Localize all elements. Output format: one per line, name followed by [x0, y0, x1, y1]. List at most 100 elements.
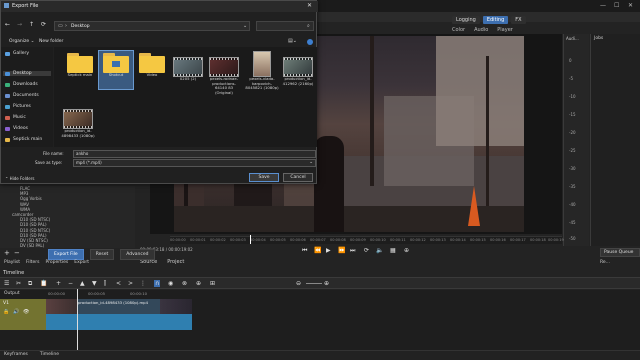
organize-button[interactable]: Organize ⌄	[9, 39, 34, 44]
up-icon[interactable]: ↑	[29, 21, 34, 28]
magnet-icon[interactable]: ∩	[154, 280, 161, 287]
file-item-video-412962[interactable]: production_id-412962 (2160p)	[281, 57, 315, 86]
timeline-clip-video[interactable]: production_id-4898433 (1080p).mp4	[46, 299, 192, 314]
markers-icon[interactable]: ⊞	[210, 280, 215, 287]
gallery-icon	[5, 51, 10, 56]
tab-audio[interactable]: Audio	[474, 27, 488, 33]
player-playhead[interactable]	[250, 235, 251, 244]
file-item-video[interactable]: Video	[135, 53, 169, 78]
grid-icon[interactable]: ▦	[390, 247, 396, 254]
zoom-icon[interactable]: ⊕	[404, 247, 409, 254]
tab-properties[interactable]: Properties	[46, 260, 69, 265]
view-options-icon[interactable]: ▤⌄	[288, 38, 297, 44]
tab-fx[interactable]: FX	[511, 16, 526, 24]
file-item-video-rodnae[interactable]: pexels-rodnae-productions-64140 83 (Orig…	[207, 57, 241, 95]
advanced-button[interactable]: Advanced	[120, 249, 155, 260]
tab-timeline[interactable]: Timeline	[40, 352, 59, 357]
file-name-input[interactable]: ankho	[73, 150, 316, 158]
tab-editing[interactable]: Editing	[482, 16, 509, 24]
help-icon[interactable]	[307, 39, 313, 45]
copy-icon[interactable]: ⧉	[28, 280, 32, 288]
timeline-clip-audio[interactable]	[46, 314, 192, 330]
zoom-slider[interactable]	[306, 283, 322, 284]
split-icon[interactable]: ⫿	[104, 280, 106, 288]
rewind-icon[interactable]: ⏪	[314, 247, 321, 254]
nav-item-gallery[interactable]: Gallery	[5, 51, 29, 56]
tab-filters[interactable]: Filters	[26, 260, 40, 265]
reset-button[interactable]: Reset	[89, 249, 115, 260]
nav-item-pictures[interactable]: Pictures	[5, 104, 31, 109]
redo-icon[interactable]: >	[128, 280, 133, 287]
volume-icon[interactable]: 🔈	[376, 247, 383, 254]
file-item-video-4898433[interactable]: production_id-4898433 (1080p)	[61, 109, 95, 138]
minimize-icon[interactable]: —	[600, 2, 606, 9]
new-folder-button[interactable]: New folder	[39, 39, 63, 44]
zoom-in-icon[interactable]: ⊕	[324, 280, 329, 287]
player-ruler[interactable]: 00:00:00 00:00:01 00:00:02 00:00:03 00:0…	[170, 235, 564, 244]
nav-item-desktop[interactable]: Desktop	[3, 71, 51, 76]
save-type-select[interactable]: mp4 (*.mp4) ⌄	[73, 159, 316, 167]
skip-end-icon[interactable]: ⏭	[350, 247, 355, 255]
cut-icon[interactable]: ✂	[16, 280, 21, 287]
zoom-out-icon[interactable]: ⊖	[296, 280, 301, 287]
format-item[interactable]: DV (SD PAL)	[0, 243, 50, 248]
menu-icon[interactable]: ☰	[4, 280, 9, 287]
ripple-all-icon[interactable]: ⊕	[196, 280, 201, 287]
tab-playlist[interactable]: Playlist	[4, 260, 20, 265]
nav-item-downloads[interactable]: Downloads	[5, 82, 38, 87]
append-icon[interactable]: +	[56, 280, 61, 287]
close-icon[interactable]: ✕	[628, 2, 633, 9]
video-thumbnail-icon	[253, 51, 271, 77]
file-item-video-0205[interactable]: 0205 (2)	[171, 57, 205, 82]
loop-icon[interactable]: ⟳	[364, 247, 369, 254]
snap-icon[interactable]: ⋮	[140, 280, 146, 287]
timeline-tick: 00:00:00	[48, 291, 66, 296]
lift-icon[interactable]: ▲	[80, 280, 85, 287]
skip-start-icon[interactable]: ⏮	[302, 247, 307, 255]
lock-icon[interactable]: 🔒	[3, 309, 9, 315]
nav-item-videos[interactable]: Videos	[5, 126, 28, 131]
undo-icon[interactable]: <	[116, 280, 121, 287]
remove-icon[interactable]: −	[14, 249, 20, 257]
ripple-icon[interactable]: ⊗	[182, 280, 187, 287]
refresh-icon[interactable]: ⟳	[41, 21, 46, 28]
maximize-icon[interactable]: ☐	[614, 2, 619, 9]
search-input[interactable]: ⌕	[256, 21, 314, 31]
nav-item-septick-main[interactable]: Septick main	[5, 137, 42, 142]
add-icon[interactable]: +	[4, 249, 10, 257]
file-item-shotcut[interactable]: Shotcut	[99, 53, 133, 78]
export-file-button[interactable]: Export File	[48, 249, 84, 260]
track-header-v1[interactable]: V1 🔒 🔊 👁	[0, 299, 46, 330]
address-chevron-down-icon[interactable]: ⌄	[243, 23, 247, 29]
dialog-close-icon[interactable]: ✕	[307, 2, 312, 9]
fast-forward-icon[interactable]: ⏩	[338, 247, 345, 254]
cancel-button[interactable]: Cancel	[283, 173, 313, 182]
file-item-septick-main[interactable]: Septick main	[63, 53, 97, 78]
pause-queue-button[interactable]: Pause Queue	[600, 248, 640, 257]
remove-icon[interactable]: −	[68, 280, 73, 287]
timeline-playhead[interactable]	[77, 289, 78, 351]
mute-icon[interactable]: 🔊	[13, 309, 19, 315]
forward-icon[interactable]: →	[17, 21, 22, 28]
play-icon[interactable]: ▶	[326, 247, 331, 254]
tab-color[interactable]: Color	[452, 27, 465, 33]
back-icon[interactable]: ←	[5, 21, 10, 28]
hide-folders-toggle[interactable]: ⌃ Hide Folders	[5, 176, 34, 181]
address-bar[interactable]: ▭ › Desktop ⌄	[54, 21, 250, 31]
nav-item-documents[interactable]: Documents	[5, 93, 39, 98]
tab-player[interactable]: Player	[497, 27, 513, 33]
save-button[interactable]: Save	[249, 173, 279, 182]
video-thumbnail-icon	[173, 57, 203, 77]
hide-icon[interactable]: 👁	[23, 309, 29, 315]
tab-export[interactable]: Export	[74, 260, 89, 265]
queue-item[interactable]: Re...	[600, 260, 640, 265]
overwrite-icon[interactable]: ▼	[92, 280, 97, 287]
nav-item-music[interactable]: Music	[5, 115, 26, 120]
tab-project[interactable]: Project	[167, 259, 184, 265]
file-item-video-vlada[interactable]: pexels-vlada-karpovich-8045821 (1080p)	[245, 51, 279, 91]
paste-icon[interactable]: 📋	[40, 280, 47, 287]
tab-logging[interactable]: Logging	[452, 16, 480, 24]
scrub-icon[interactable]: ◉	[168, 280, 173, 287]
ruler-tick: 00:00:12	[410, 238, 426, 242]
tab-keyframes[interactable]: Keyframes	[4, 352, 28, 357]
